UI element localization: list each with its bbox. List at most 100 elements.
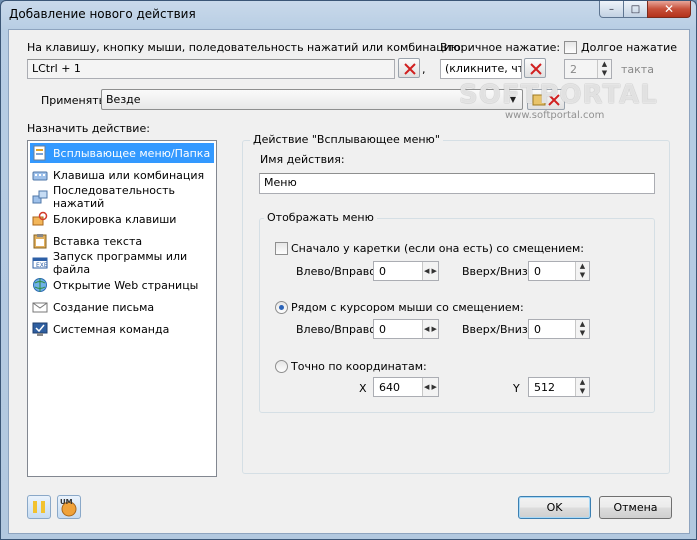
hotkey-label: На клавишу, кнопку мыши, поледовательнос… xyxy=(27,41,464,54)
coords-y-value: 512 xyxy=(534,381,555,394)
svg-text:EXE: EXE xyxy=(36,262,48,269)
mouse-lr-label: Влево/Вправо xyxy=(296,323,376,336)
chevron-down-icon[interactable]: ▼ xyxy=(598,69,611,78)
mouse-option-label: Рядом с курсором мыши со смещением: xyxy=(291,301,524,314)
assign-label: Назначить действие: xyxy=(27,122,150,135)
coords-x-label: X xyxy=(359,382,367,395)
lock-key-icon xyxy=(32,211,48,227)
system-command-icon xyxy=(32,321,48,337)
long-press-label: Долгое нажатие xyxy=(581,41,678,54)
chevron-left-icon[interactable]: ◀ xyxy=(423,262,431,280)
list-item[interactable]: Последовательность нажатий xyxy=(30,184,214,210)
mail-icon xyxy=(32,299,48,315)
chevron-down-icon[interactable]: ▼ xyxy=(576,329,589,338)
secondary-label: Вторичное нажатие: xyxy=(440,41,561,54)
key-sequence-icon xyxy=(32,189,48,205)
pause-button[interactable] xyxy=(27,495,51,519)
coords-option-label: Точно по координатам: xyxy=(291,360,427,373)
chevron-down-icon[interactable]: ▼ xyxy=(576,387,589,396)
chevron-right-icon[interactable]: ▶ xyxy=(431,262,439,280)
list-item[interactable]: Блокировка клавиши xyxy=(30,209,214,229)
title-bar[interactable]: Добавление нового действия – □ ✕ xyxy=(1,1,696,29)
chevron-up-icon[interactable]: ▲ xyxy=(598,60,611,69)
watermark-url: www.softportal.com xyxy=(505,110,605,121)
apply-select-value: Везде xyxy=(106,93,141,106)
maximize-button[interactable]: □ xyxy=(623,1,648,18)
popup-menu-icon xyxy=(32,145,48,161)
chevron-up-icon[interactable]: ▲ xyxy=(576,378,589,387)
secondary-field[interactable]: (кликните, что xyxy=(440,59,522,79)
tact-label: такта xyxy=(621,63,654,76)
tact-stepper-arrows[interactable]: ▲ ▼ xyxy=(597,60,611,78)
close-button[interactable]: ✕ xyxy=(647,1,691,18)
keyboard-icon xyxy=(32,167,48,183)
chevron-up-icon[interactable]: ▲ xyxy=(576,320,589,329)
apply-label: Применять xyxy=(41,94,106,107)
minimize-button[interactable]: – xyxy=(599,1,624,18)
coords-radio[interactable] xyxy=(275,360,288,373)
mouse-lr-value: 0 xyxy=(379,323,386,336)
window-title: Добавление нового действия xyxy=(9,7,196,21)
caret-lr-value: 0 xyxy=(379,265,386,278)
coords-x-stepper[interactable]: 640 ◀ ▶ xyxy=(373,377,439,397)
hotkey-field[interactable]: LCtrl + 1 xyxy=(27,59,395,79)
caret-option-label: Сначало у каретки (если она есть) со сме… xyxy=(291,242,585,255)
list-item[interactable]: Всплывающее меню/Папка xyxy=(30,143,214,163)
chevron-right-icon[interactable]: ▶ xyxy=(431,320,439,338)
run-program-icon: EXE xyxy=(32,255,48,271)
cancel-button[interactable]: Отмена xyxy=(599,496,672,519)
caret-checkbox[interactable] xyxy=(275,242,288,255)
list-item[interactable]: Клавиша или комбинация xyxy=(30,165,214,185)
caret-lr-arrows[interactable]: ◀ ▶ xyxy=(422,262,438,280)
mouse-ud-value: 0 xyxy=(534,323,541,336)
caret-ud-arrows[interactable]: ▲ ▼ xyxy=(575,262,589,280)
list-item[interactable]: EXE Запуск программы или файла xyxy=(30,250,214,276)
chevron-up-icon[interactable]: ▲ xyxy=(576,262,589,271)
pause-icon xyxy=(33,501,45,513)
show-menu-title: Отображать меню xyxy=(264,211,377,224)
clear-icon xyxy=(404,63,416,75)
coords-y-label: Y xyxy=(513,382,520,395)
list-item[interactable]: Системная команда xyxy=(30,319,214,339)
long-press-checkbox[interactable] xyxy=(564,41,577,54)
coords-y-arrows[interactable]: ▲ ▼ xyxy=(575,378,589,396)
chevron-right-icon[interactable]: ▶ xyxy=(431,378,439,396)
coords-x-arrows[interactable]: ◀ ▶ xyxy=(422,378,438,396)
caret-ud-value: 0 xyxy=(534,265,541,278)
chevron-down-icon[interactable]: ▼ xyxy=(576,271,589,280)
um-button[interactable]: UM xyxy=(57,495,81,519)
dialog-window: Добавление нового действия – □ ✕ На клав… xyxy=(0,0,697,540)
chevron-left-icon[interactable]: ◀ xyxy=(423,320,431,338)
clear-secondary-button[interactable] xyxy=(524,58,546,78)
coords-y-stepper[interactable]: 512 ▲ ▼ xyxy=(528,377,590,397)
clear-hotkey-button[interactable] xyxy=(398,58,420,78)
action-name-input[interactable]: Меню xyxy=(259,173,655,194)
caret-lr-stepper[interactable]: 0 ◀ ▶ xyxy=(373,261,439,281)
tact-stepper[interactable]: 2 ▲ ▼ xyxy=(564,59,612,79)
caret-ud-stepper[interactable]: 0 ▲ ▼ xyxy=(528,261,590,281)
watermark-logo: SOFTPORTAL xyxy=(459,80,658,110)
action-type-list[interactable]: Всплывающее меню/Папка Клавиша или комби… xyxy=(27,140,217,477)
mouse-lr-stepper[interactable]: 0 ◀ ▶ xyxy=(373,319,439,339)
tact-value: 2 xyxy=(570,63,577,76)
list-item[interactable]: Создание письма xyxy=(30,297,214,317)
list-item[interactable]: Открытие Web страницы xyxy=(30,275,214,295)
mouse-ud-stepper[interactable]: 0 ▲ ▼ xyxy=(528,319,590,339)
action-name-label: Имя действия: xyxy=(260,153,345,166)
hotkey-separator: , xyxy=(422,63,426,76)
ok-button[interactable]: OK xyxy=(518,496,591,519)
mouse-lr-arrows[interactable]: ◀ ▶ xyxy=(422,320,438,338)
list-item[interactable]: Вставка текста xyxy=(30,231,214,251)
um-icon: UM xyxy=(60,498,77,517)
caret-ud-label: Вверх/Вниз xyxy=(462,265,528,278)
coords-x-value: 640 xyxy=(379,381,400,394)
mouse-radio[interactable] xyxy=(275,301,288,314)
action-group-title: Действие "Всплывающее меню" xyxy=(250,133,443,146)
chevron-left-icon[interactable]: ◀ xyxy=(423,378,431,396)
mouse-ud-label: Вверх/Вниз xyxy=(462,323,528,336)
mouse-ud-arrows[interactable]: ▲ ▼ xyxy=(575,320,589,338)
dialog-client-area: На клавишу, кнопку мыши, поледовательнос… xyxy=(8,29,690,534)
web-page-icon xyxy=(32,277,48,293)
caret-lr-label: Влево/Вправо xyxy=(296,265,376,278)
paste-text-icon xyxy=(32,233,48,249)
